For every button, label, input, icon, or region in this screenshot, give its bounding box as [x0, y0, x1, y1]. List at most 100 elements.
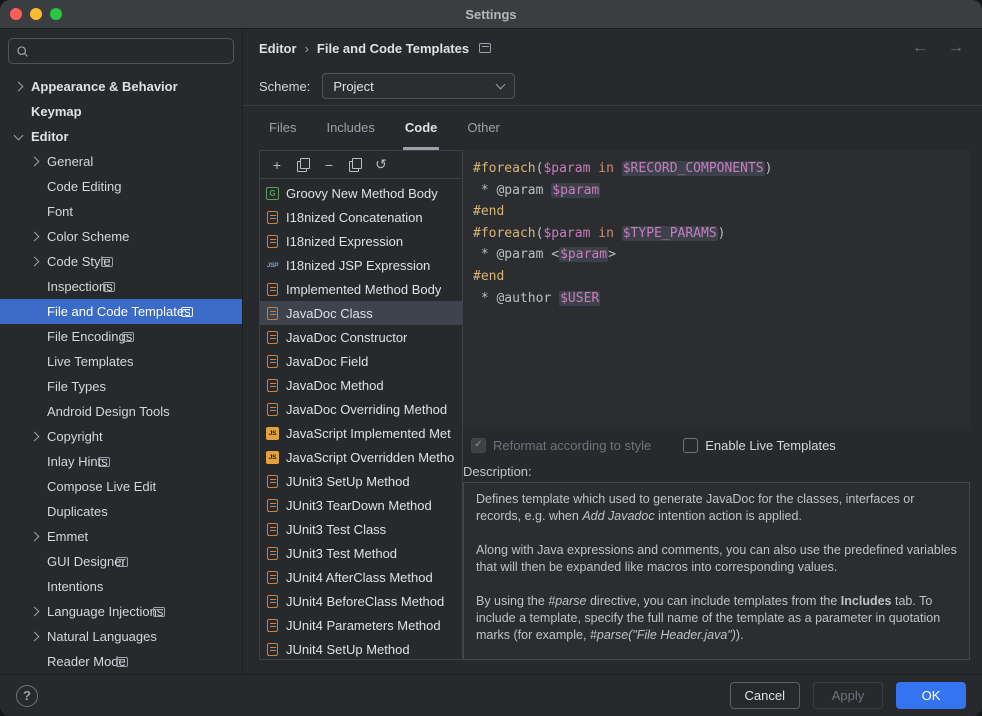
template-list-item[interactable]: JUnit4 AfterClass Method: [260, 565, 462, 589]
description-paragraph: Defines template which used to generate …: [476, 491, 957, 525]
sidebar-item-live-templates[interactable]: Live Templates: [0, 349, 242, 374]
template-list-item[interactable]: JavaDoc Class: [260, 301, 462, 325]
ide-settings-icon: [101, 257, 113, 267]
help-button[interactable]: ?: [16, 685, 38, 707]
add-template-icon[interactable]: +: [268, 156, 286, 174]
sidebar-item-code-editing[interactable]: Code Editing: [0, 174, 242, 199]
settings-search-field[interactable]: [8, 38, 234, 64]
text-segment: Add Javadoc: [582, 509, 654, 523]
code-token: in: [598, 161, 614, 176]
template-editor[interactable]: #foreach($param in $RECORD_COMPONENTS) *…: [463, 150, 970, 428]
sidebar-item-duplicates[interactable]: Duplicates: [0, 499, 242, 524]
template-list-item[interactable]: JUnit3 SetUp Method: [260, 469, 462, 493]
sidebar-item-keymap[interactable]: Keymap: [0, 99, 242, 124]
tab-includes[interactable]: Includes: [324, 106, 376, 150]
template-list-item[interactable]: JavaDoc Method: [260, 373, 462, 397]
template-detail-panel: #foreach($param in $RECORD_COMPONENTS) *…: [463, 150, 970, 660]
duplicate-template-icon[interactable]: [346, 156, 364, 174]
forward-arrow-icon[interactable]: →: [948, 40, 964, 56]
description-panel[interactable]: Defines template which used to generate …: [463, 482, 970, 660]
reset-to-default-icon[interactable]: ↺: [372, 156, 390, 174]
template-list[interactable]: GGroovy New Method BodyI18nized Concaten…: [260, 179, 462, 659]
chevron-right-icon[interactable]: [14, 82, 24, 92]
template-list-item[interactable]: JavaDoc Overriding Method: [260, 397, 462, 421]
sidebar-item-code-style[interactable]: Code Style: [0, 249, 242, 274]
close-window-button[interactable]: [10, 8, 22, 20]
sidebar-item-inlay-hints[interactable]: Inlay Hints: [0, 449, 242, 474]
ide-settings-icon: [153, 607, 165, 617]
sidebar-item-font[interactable]: Font: [0, 199, 242, 224]
template-list-item[interactable]: JUnit3 Test Method: [260, 541, 462, 565]
sidebar-item-copyright[interactable]: Copyright: [0, 424, 242, 449]
sidebar-item-label: File Types: [47, 379, 106, 394]
search-wrap: [8, 38, 234, 64]
chevron-right-icon[interactable]: [30, 232, 40, 242]
template-list-item[interactable]: JavaDoc Constructor: [260, 325, 462, 349]
sidebar-item-general[interactable]: General: [0, 149, 242, 174]
template-list-item[interactable]: I18nized Expression: [260, 229, 462, 253]
sidebar-item-android-design-tools[interactable]: Android Design Tools: [0, 399, 242, 424]
zoom-window-button[interactable]: [50, 8, 62, 20]
template-list-item[interactable]: JUnit3 TearDown Method: [260, 493, 462, 517]
ide-settings-icon: [98, 457, 110, 467]
sidebar-item-language-injections[interactable]: Language Injections: [0, 599, 242, 624]
template-list-item[interactable]: Implemented Method Body: [260, 277, 462, 301]
sidebar-item-intentions[interactable]: Intentions: [0, 574, 242, 599]
create-child-template-icon[interactable]: [294, 156, 312, 174]
template-list-item[interactable]: JUnit3 Test Class: [260, 517, 462, 541]
text-segment: Along with Java expressions and comments…: [476, 543, 957, 574]
template-list-item[interactable]: JUnit4 SetUp Method: [260, 637, 462, 659]
template-name: Implemented Method Body: [286, 282, 441, 297]
sidebar-item-file-encodings[interactable]: File Encodings: [0, 324, 242, 349]
template-list-item[interactable]: JSJavaScript Implemented Met: [260, 421, 462, 445]
template-list-item[interactable]: GGroovy New Method Body: [260, 181, 462, 205]
template-list-item[interactable]: JUnit4 BeforeClass Method: [260, 589, 462, 613]
back-arrow-icon[interactable]: ←: [912, 40, 928, 56]
cancel-button[interactable]: Cancel: [730, 682, 800, 709]
ide-settings-icon: [103, 282, 115, 292]
code-line: * @param $param: [473, 180, 960, 202]
chevron-right-icon[interactable]: [30, 607, 40, 617]
template-list-item[interactable]: I18nized Concatenation: [260, 205, 462, 229]
template-list-item[interactable]: JavaDoc Field: [260, 349, 462, 373]
scheme-row: Scheme: Project: [259, 67, 970, 105]
chevron-right-icon[interactable]: [30, 257, 40, 267]
breadcrumb-editor[interactable]: Editor: [259, 41, 297, 56]
tab-files[interactable]: Files: [267, 106, 298, 150]
sidebar-item-natural-languages[interactable]: Natural Languages: [0, 624, 242, 649]
chevron-right-icon[interactable]: [30, 432, 40, 442]
remove-template-icon[interactable]: −: [320, 156, 338, 174]
minimize-window-button[interactable]: [30, 8, 42, 20]
sidebar-item-gui-designer[interactable]: GUI Designer: [0, 549, 242, 574]
sidebar-item-reader-mode[interactable]: Reader Mode: [0, 649, 242, 674]
sidebar-item-color-scheme[interactable]: Color Scheme: [0, 224, 242, 249]
sidebar-item-editor[interactable]: Editor: [0, 124, 242, 149]
chevron-right-icon[interactable]: [30, 157, 40, 167]
tab-other[interactable]: Other: [465, 106, 502, 150]
template-name: JavaDoc Method: [286, 378, 384, 393]
apply-button[interactable]: Apply: [813, 682, 883, 709]
tab-code[interactable]: Code: [403, 106, 440, 150]
sidebar-item-compose-live-edit[interactable]: Compose Live Edit: [0, 474, 242, 499]
sidebar-item-inspections[interactable]: Inspections: [0, 274, 242, 299]
chevron-right-icon[interactable]: [30, 532, 40, 542]
template-list-item[interactable]: JSPI18nized JSP Expression: [260, 253, 462, 277]
sidebar-item-appearance-behavior[interactable]: Appearance & Behavior: [0, 74, 242, 99]
reformat-checkbox[interactable]: ✓ Reformat according to style: [471, 438, 651, 453]
code-token: $param: [543, 226, 590, 241]
code-token: $RECORD_COMPONENTS: [622, 161, 765, 176]
scheme-select[interactable]: Project: [322, 73, 515, 99]
template-list-item[interactable]: JSJavaScript Overridden Metho: [260, 445, 462, 469]
ok-button[interactable]: OK: [896, 682, 966, 709]
search-input[interactable]: [35, 44, 226, 59]
chevron-right-icon[interactable]: [30, 632, 40, 642]
template-list-item[interactable]: JUnit4 Parameters Method: [260, 613, 462, 637]
ide-settings-icon: [116, 557, 128, 567]
sidebar-item-emmet[interactable]: Emmet: [0, 524, 242, 549]
sidebar-item-file-types[interactable]: File Types: [0, 374, 242, 399]
enable-live-templates-checkbox[interactable]: Enable Live Templates: [683, 438, 836, 453]
content-area: + − ↺ GGroovy New Method BodyI18nized Conc…: [259, 150, 970, 660]
sidebar-item-file-and-code-templates[interactable]: File and Code Templates: [0, 299, 242, 324]
chevron-down-icon[interactable]: [14, 130, 24, 140]
template-name: JavaDoc Class: [286, 306, 373, 321]
